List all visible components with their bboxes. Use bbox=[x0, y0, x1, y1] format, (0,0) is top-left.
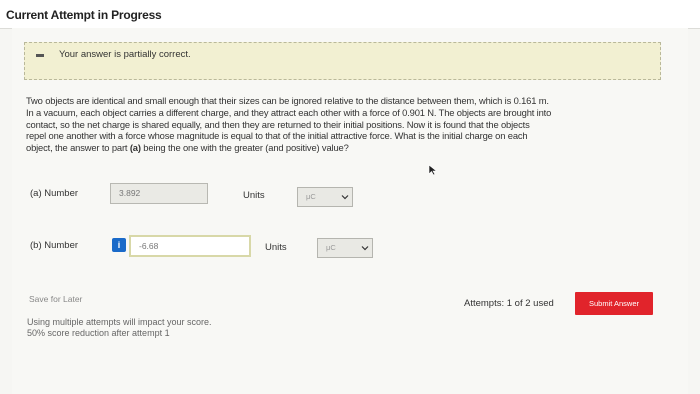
part-b-units-label: Units bbox=[265, 242, 287, 253]
question-panel bbox=[12, 28, 688, 394]
header-bar: Current Attempt in Progress bbox=[0, 0, 700, 29]
question-line: contact, so the net charge is shared equ… bbox=[26, 118, 530, 130]
page: Current Attempt in Progress Your answer … bbox=[0, 0, 700, 394]
attempts-counter: Attempts: 1 of 2 used bbox=[464, 298, 554, 309]
question-text: Two objects are identical and small enou… bbox=[26, 95, 666, 154]
save-for-later-link[interactable]: Save for Later bbox=[29, 294, 82, 304]
minus-icon bbox=[36, 54, 44, 57]
chevron-down-icon bbox=[361, 246, 369, 251]
part-a-label: (a) Number bbox=[30, 188, 79, 199]
question-line: repel one another with a force whose mag… bbox=[26, 130, 528, 142]
part-a-answer-input[interactable]: 3.892 bbox=[110, 183, 208, 204]
part-a-units-select[interactable]: μC bbox=[297, 187, 353, 207]
question-line: In a vacuum, each object carries a diffe… bbox=[26, 106, 552, 118]
part-b-label: (b) Number bbox=[30, 240, 79, 251]
question-text-part: object, the answer to part bbox=[26, 142, 130, 154]
part-b-answer-input[interactable]: -6.68 bbox=[129, 235, 251, 257]
question-text-part: being the one with the greater (and posi… bbox=[140, 142, 349, 154]
part-a-units-label: Units bbox=[243, 190, 265, 201]
partial-correct-notice: Your answer is partially correct. bbox=[24, 42, 661, 80]
question-line: Two objects are identical and small enou… bbox=[26, 95, 549, 106]
part-a-reference: (a) bbox=[129, 142, 141, 154]
attempts-policy-line: Using multiple attempts will impact your… bbox=[27, 317, 212, 327]
chevron-down-icon bbox=[341, 195, 349, 200]
question-line: object, the answer to part (a) being the… bbox=[26, 142, 666, 154]
submit-answer-button[interactable]: Submit Answer bbox=[575, 292, 653, 315]
info-icon[interactable]: i bbox=[112, 238, 126, 252]
part-b-units-value: μC bbox=[326, 243, 336, 252]
attempts-policy-line: 50% score reduction after attempt 1 bbox=[27, 328, 170, 338]
part-b-units-select[interactable]: μC bbox=[317, 238, 373, 258]
page-title: Current Attempt in Progress bbox=[6, 8, 162, 22]
attempts-policy-note: Using multiple attempts will impact your… bbox=[27, 317, 212, 339]
notice-text: Your answer is partially correct. bbox=[59, 49, 191, 60]
mouse-cursor-icon bbox=[428, 164, 438, 176]
part-a-units-value: μC bbox=[306, 192, 316, 201]
